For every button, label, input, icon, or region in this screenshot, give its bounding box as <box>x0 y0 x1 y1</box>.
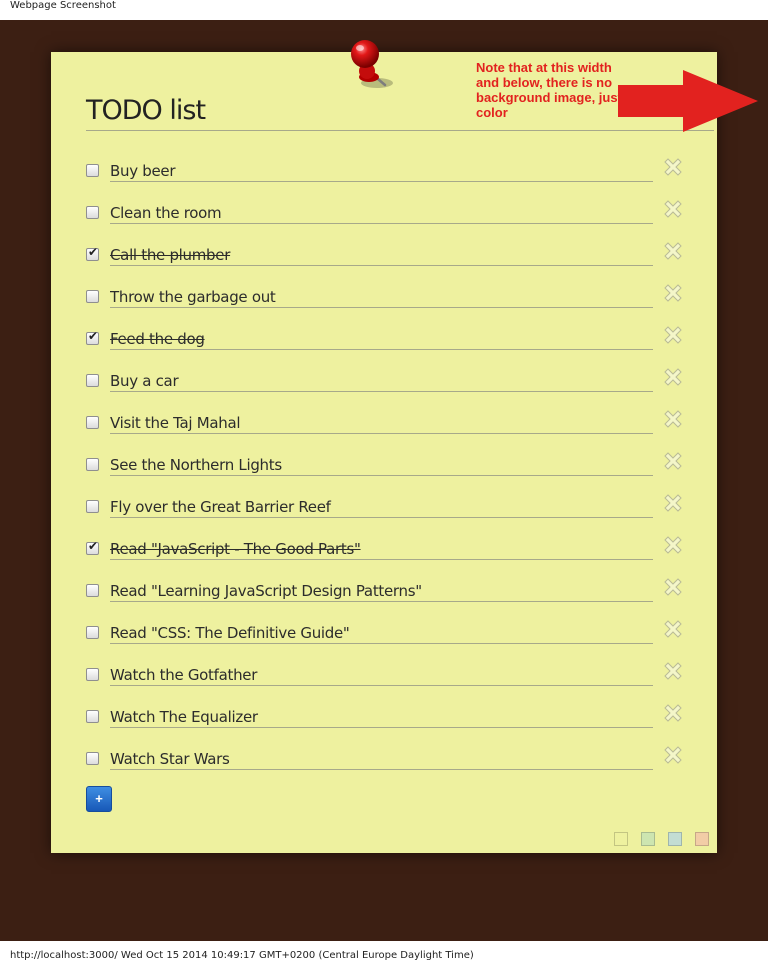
todo-text[interactable]: Fly over the Great Barrier Reef <box>110 494 653 518</box>
todo-item: ✔ Call the plumber <box>86 242 686 280</box>
delete-x-icon[interactable] <box>663 367 683 387</box>
annotation-note: Note that at this width and below, there… <box>476 60 622 120</box>
todo-text[interactable]: Read "Learning JavaScript Design Pattern… <box>110 578 653 602</box>
delete-x-icon[interactable] <box>663 157 683 177</box>
todo-text[interactable]: Watch the Gotfather <box>110 662 653 686</box>
delete-x-icon[interactable] <box>663 241 683 261</box>
add-todo-button[interactable]: + <box>86 786 112 812</box>
todo-item: Watch the Gotfather <box>86 662 686 700</box>
todo-checkbox[interactable] <box>86 206 99 219</box>
todo-checkbox[interactable] <box>86 458 99 471</box>
todo-checkbox[interactable] <box>86 500 99 513</box>
delete-x-icon[interactable] <box>663 199 683 219</box>
todo-text[interactable]: See the Northern Lights <box>110 452 653 476</box>
todo-text[interactable]: Buy a car <box>110 368 653 392</box>
sticky-note: TODO list Note that at this width and be… <box>51 40 758 853</box>
todo-checkbox[interactable] <box>86 752 99 765</box>
todo-checkbox[interactable] <box>86 668 99 681</box>
todo-checkbox[interactable] <box>86 584 99 597</box>
checkmark-icon: ✔ <box>88 245 99 259</box>
delete-x-icon[interactable] <box>663 325 683 345</box>
page-footer: http://localhost:3000/ Wed Oct 15 2014 1… <box>10 950 474 961</box>
delete-x-icon[interactable] <box>663 451 683 471</box>
color-swatch[interactable] <box>614 832 628 846</box>
todo-text[interactable]: Visit the Taj Mahal <box>110 410 653 434</box>
delete-x-icon[interactable] <box>663 535 683 555</box>
delete-x-icon[interactable] <box>663 745 683 765</box>
todo-text[interactable]: Call the plumber <box>110 242 653 266</box>
delete-x-icon[interactable] <box>663 577 683 597</box>
todo-checkbox[interactable] <box>86 290 99 303</box>
checkmark-icon: ✔ <box>88 329 99 343</box>
todo-item: ✔ Feed the dog <box>86 326 686 364</box>
todo-item: Clean the room <box>86 200 686 238</box>
color-swatch[interactable] <box>695 832 709 846</box>
todo-item: Watch Star Wars <box>86 746 686 784</box>
todo-item: Fly over the Great Barrier Reef <box>86 494 686 532</box>
pushpin-icon <box>351 40 393 88</box>
todo-item: ✔ Read "JavaScript - The Good Parts" <box>86 536 686 574</box>
todo-checkbox[interactable] <box>86 164 99 177</box>
todo-text[interactable]: Throw the garbage out <box>110 284 653 308</box>
delete-x-icon[interactable] <box>663 283 683 303</box>
todo-text[interactable]: Watch The Equalizer <box>110 704 653 728</box>
todo-item: Read "Learning JavaScript Design Pattern… <box>86 578 686 616</box>
todo-item: Throw the garbage out <box>86 284 686 322</box>
color-swatch[interactable] <box>641 832 655 846</box>
todo-item: Buy a car <box>86 368 686 406</box>
todo-checkbox[interactable] <box>86 374 99 387</box>
todo-item: Buy beer <box>86 158 686 196</box>
delete-x-icon[interactable] <box>663 703 683 723</box>
todo-text[interactable]: Feed the dog <box>110 326 653 350</box>
todo-checkbox[interactable]: ✔ <box>86 329 99 345</box>
todo-checkbox[interactable]: ✔ <box>86 245 99 261</box>
todo-item: Visit the Taj Mahal <box>86 410 686 448</box>
todo-checkbox[interactable] <box>86 626 99 639</box>
checkmark-icon: ✔ <box>88 539 99 553</box>
delete-x-icon[interactable] <box>663 493 683 513</box>
todo-item: Read "CSS: The Definitive Guide" <box>86 620 686 658</box>
todo-text[interactable]: Read "JavaScript - The Good Parts" <box>110 536 653 560</box>
todo-item: See the Northern Lights <box>86 452 686 490</box>
todo-checkbox[interactable] <box>86 710 99 723</box>
todo-checkbox[interactable] <box>86 416 99 429</box>
right-arrow-icon <box>618 70 758 132</box>
todo-text[interactable]: Buy beer <box>110 158 653 182</box>
delete-x-icon[interactable] <box>663 409 683 429</box>
color-swatch[interactable] <box>668 832 682 846</box>
todo-text[interactable]: Watch Star Wars <box>110 746 653 770</box>
delete-x-icon[interactable] <box>663 619 683 639</box>
page-background: TODO list Note that at this width and be… <box>0 20 768 941</box>
todo-text[interactable]: Clean the room <box>110 200 653 224</box>
todo-checkbox[interactable]: ✔ <box>86 539 99 555</box>
delete-x-icon[interactable] <box>663 661 683 681</box>
todo-text[interactable]: Read "CSS: The Definitive Guide" <box>110 620 653 644</box>
todo-item: Watch The Equalizer <box>86 704 686 742</box>
screenshot-caption: Webpage Screenshot <box>10 0 116 11</box>
